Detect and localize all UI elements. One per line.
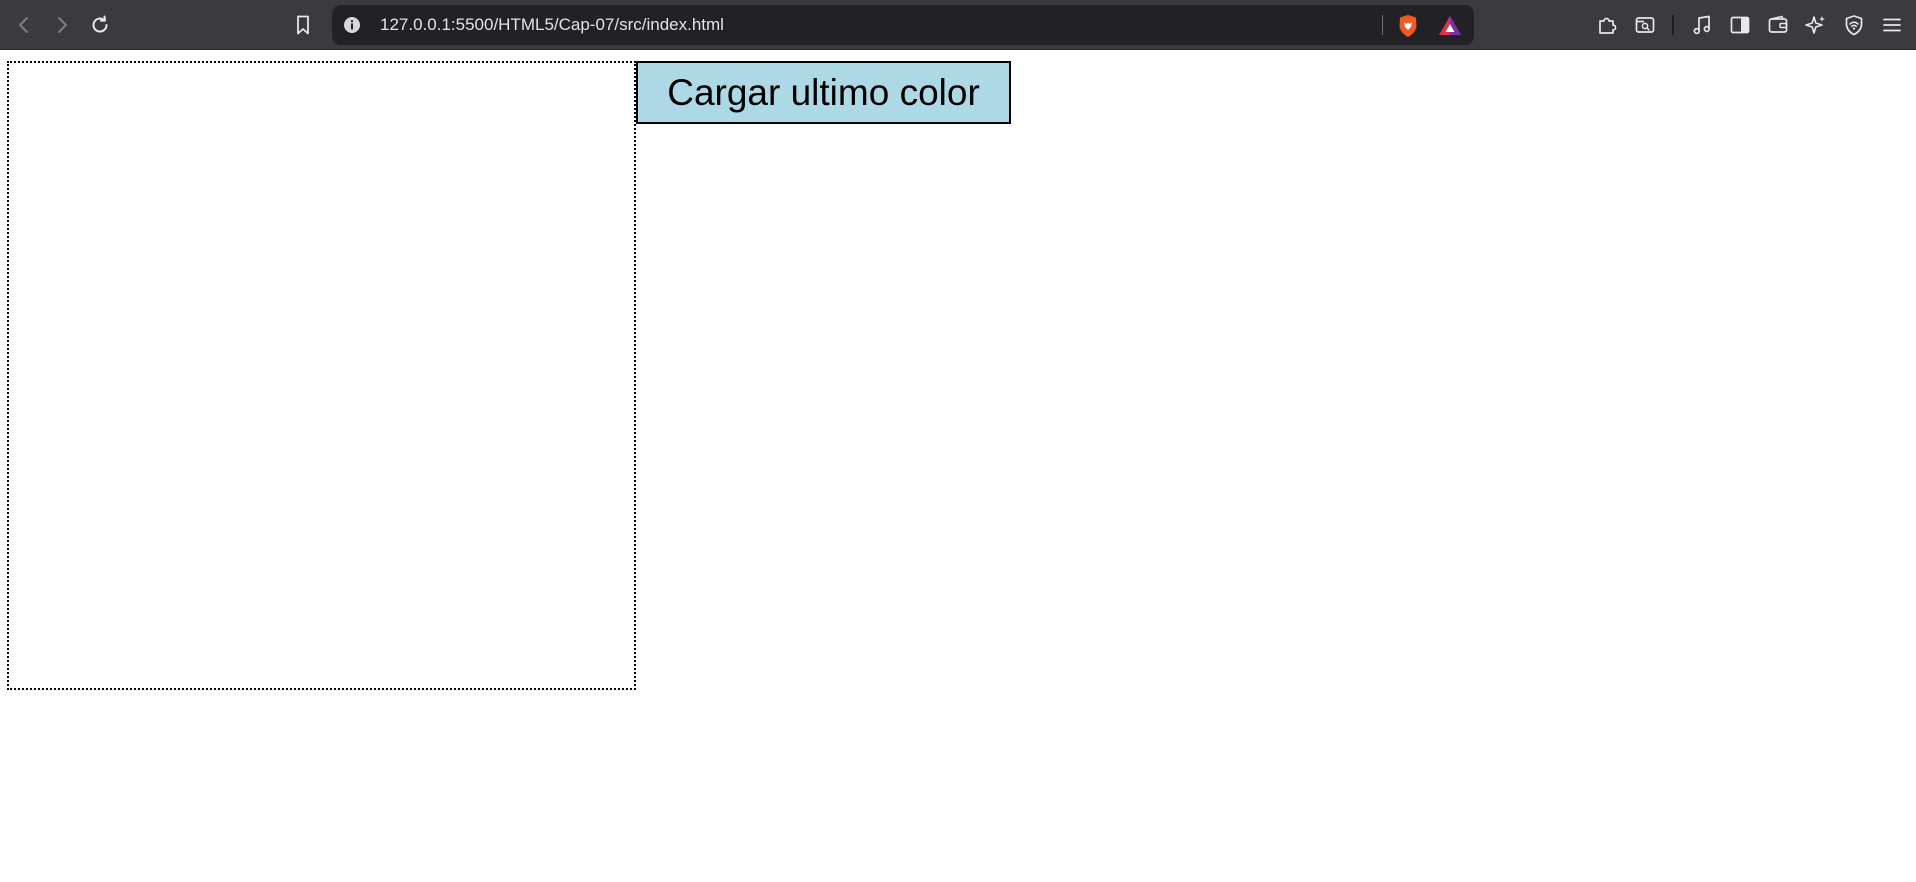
forward-button[interactable]: [47, 10, 77, 40]
bookmark-button[interactable]: [288, 10, 318, 40]
wallet-icon: [1767, 14, 1789, 36]
sidebar-button[interactable]: [1725, 10, 1755, 40]
sidebar-icon: [1729, 14, 1751, 36]
address-bar[interactable]: 127.0.0.1:5500/HTML5/Cap-07/src/index.ht…: [332, 5, 1474, 45]
back-arrow-icon: [14, 15, 34, 35]
url-text[interactable]: 127.0.0.1:5500/HTML5/Cap-07/src/index.ht…: [380, 5, 724, 45]
toolbar-separator: [1672, 15, 1674, 35]
sparkle-icon: [1805, 14, 1827, 36]
page-content: Cargar ultimo color: [0, 51, 1916, 882]
media-button[interactable]: [1687, 10, 1717, 40]
url-divider: [1382, 15, 1383, 35]
tab-search-button[interactable]: [1630, 10, 1660, 40]
leo-button[interactable]: [1801, 10, 1831, 40]
browser-toolbar: 127.0.0.1:5500/HTML5/Cap-07/src/index.ht…: [0, 0, 1916, 50]
brave-rewards-icon[interactable]: [1437, 13, 1463, 39]
puzzle-icon: [1596, 14, 1618, 36]
reload-button[interactable]: [85, 10, 115, 40]
back-button[interactable]: [9, 10, 39, 40]
bookmark-icon: [293, 14, 313, 36]
music-note-icon: [1691, 14, 1713, 36]
wallet-button[interactable]: [1763, 10, 1793, 40]
extensions-button[interactable]: [1592, 10, 1622, 40]
info-icon[interactable]: [340, 13, 364, 37]
tab-search-icon: [1634, 14, 1656, 36]
reload-icon: [89, 14, 111, 36]
main-menu-button[interactable]: [1877, 10, 1907, 40]
vpn-shield-icon: [1843, 14, 1865, 36]
load-last-color-button[interactable]: Cargar ultimo color: [636, 61, 1011, 124]
brave-shield-icon[interactable]: [1395, 13, 1421, 39]
vpn-button[interactable]: [1839, 10, 1869, 40]
hamburger-menu-icon: [1881, 14, 1903, 36]
forward-arrow-icon: [52, 15, 72, 35]
color-canvas[interactable]: [7, 61, 636, 690]
